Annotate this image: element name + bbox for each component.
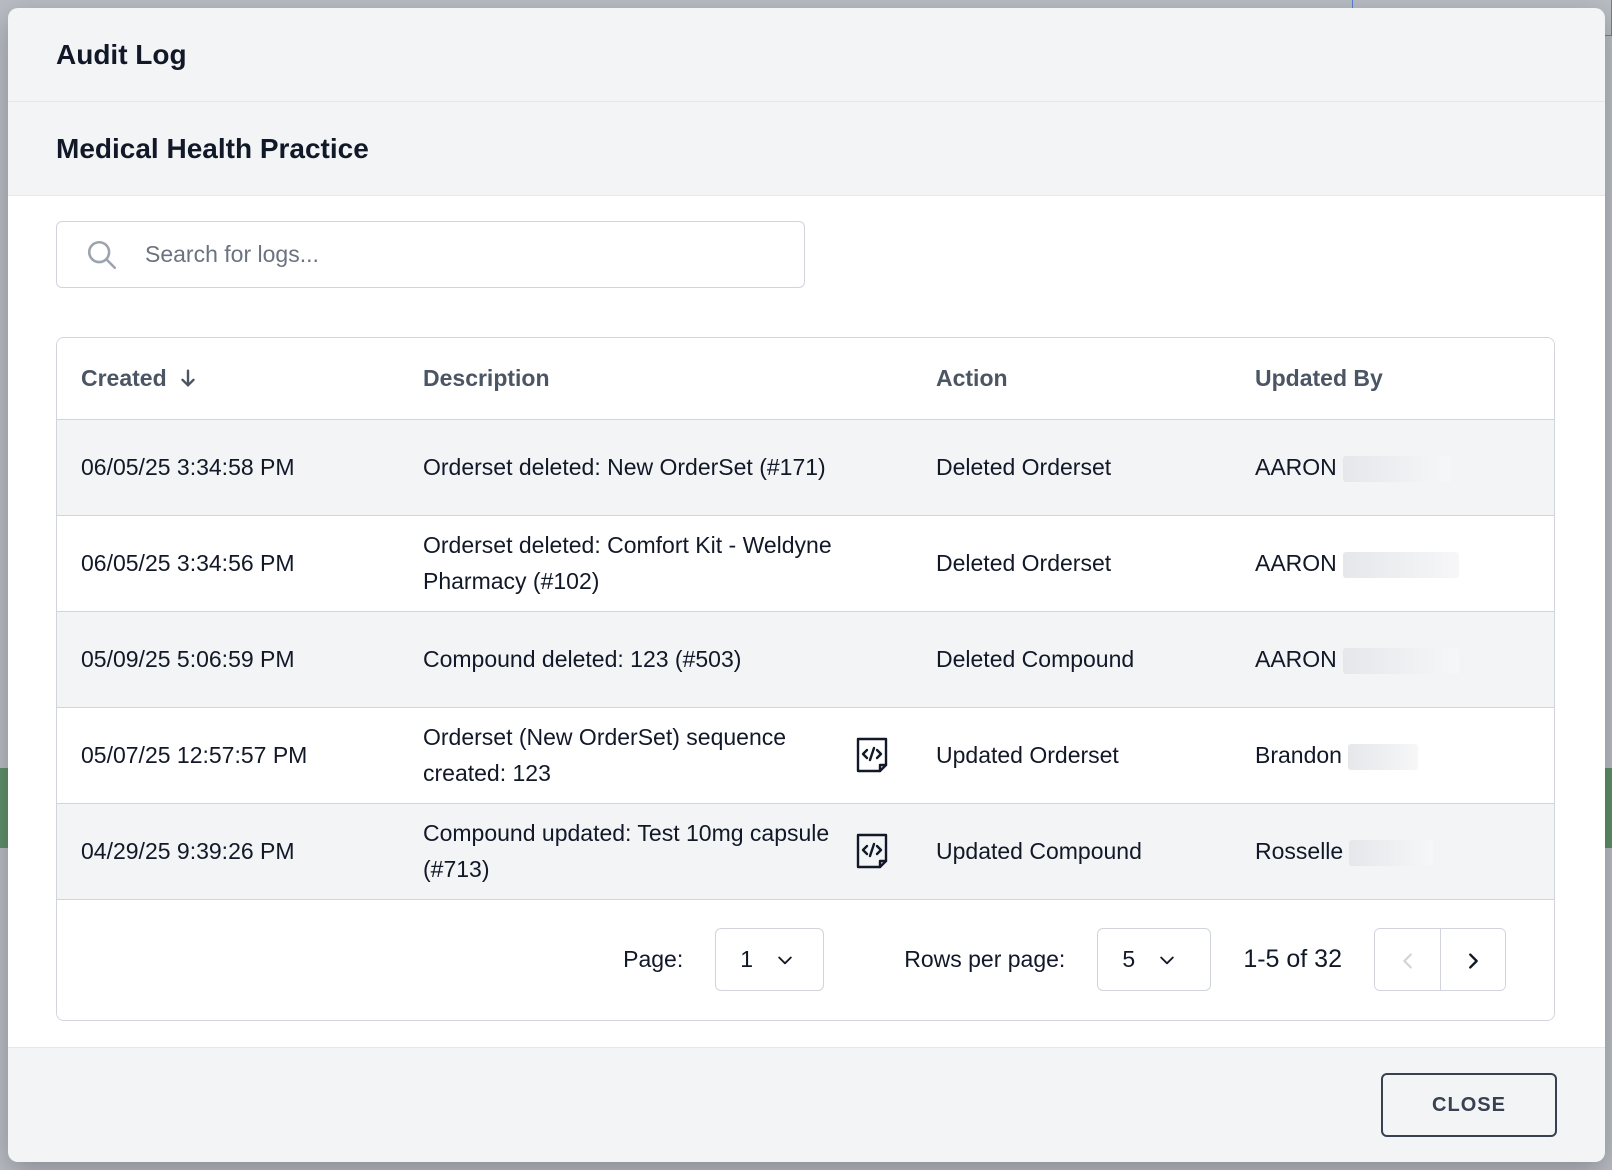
cell-description: Orderset deleted: New OrderSet (#171): [399, 419, 912, 516]
description-text: Orderset deleted: New OrderSet (#171): [423, 454, 826, 480]
search-box[interactable]: [56, 221, 805, 288]
cell-updated-by: Rosselle: [1231, 803, 1554, 900]
chevron-left-icon: [1402, 952, 1412, 969]
user-name: AARON: [1255, 454, 1337, 480]
chevron-down-icon: [1160, 956, 1174, 964]
description-text: Orderset deleted: Comfort Kit - Weldyne …: [423, 532, 832, 594]
table-row[interactable]: 05/09/25 5:06:59 PM Compound deleted: 12…: [57, 611, 1554, 708]
redacted-surname: [1342, 551, 1459, 578]
cell-description: Compound deleted: 123 (#503): [399, 611, 912, 708]
cell-created: 05/07/25 12:57:57 PM: [57, 707, 399, 804]
code-document-icon[interactable]: [854, 831, 890, 871]
chevron-right-icon: [1469, 952, 1478, 969]
cell-description: Orderset (New OrderSet) sequence created…: [399, 707, 912, 804]
page-select-value: 1: [740, 946, 754, 972]
practice-name: Medical Health Practice: [56, 132, 369, 164]
cell-action: Updated Orderset: [912, 707, 1231, 804]
cell-action: Deleted Orderset: [912, 515, 1231, 612]
cell-updated-by: Brandon: [1231, 707, 1554, 804]
rows-per-page-label: Rows per page:: [904, 946, 1066, 972]
cell-updated-by: AARON: [1231, 515, 1554, 612]
close-button[interactable]: CLOSE: [1381, 1073, 1557, 1137]
cell-action: Deleted Orderset: [912, 419, 1231, 516]
previous-page-button[interactable]: [1375, 929, 1440, 990]
redacted-surname: [1349, 839, 1434, 866]
redacted-surname: [1342, 647, 1459, 674]
cell-description: Compound updated: Test 10mg capsule (#71…: [399, 803, 912, 900]
table-row[interactable]: 06/05/25 3:34:58 PM Orderset deleted: Ne…: [57, 419, 1554, 516]
cell-updated-by: AARON: [1231, 611, 1554, 708]
cell-created: 05/09/25 5:06:59 PM: [57, 611, 399, 708]
modal-subheader: Medical Health Practice: [8, 102, 1605, 196]
table-row[interactable]: 05/07/25 12:57:57 PM Orderset (New Order…: [57, 707, 1554, 804]
user-name: Brandon: [1255, 742, 1342, 768]
table-row[interactable]: 04/29/25 9:39:26 PM Compound updated: Te…: [57, 803, 1554, 900]
cell-description: Orderset deleted: Comfort Kit - Weldyne …: [399, 515, 912, 612]
rows-per-page-value: 5: [1122, 946, 1136, 972]
column-header-updated-by[interactable]: Updated By: [1231, 338, 1554, 420]
cell-action: Deleted Compound: [912, 611, 1231, 708]
audit-log-table: Created Description Action Updated By 06…: [56, 337, 1555, 1021]
table-header-row: Created Description Action Updated By: [57, 338, 1554, 420]
search-icon: [87, 240, 117, 269]
column-header-description[interactable]: Description: [399, 338, 912, 420]
description-text: Compound updated: Test 10mg capsule (#71…: [423, 820, 830, 882]
modal-body: Created Description Action Updated By: [8, 196, 1605, 1048]
column-header-action[interactable]: Action: [912, 338, 1231, 420]
description-text: Orderset (New OrderSet) sequence created…: [423, 724, 787, 786]
cell-updated-by: AARON: [1231, 419, 1554, 516]
rows-per-page-select[interactable]: 5: [1097, 928, 1212, 991]
user-name: Rosselle: [1255, 838, 1344, 864]
modal-footer: CLOSE: [8, 1048, 1605, 1162]
audit-log-modal: Audit Log Medical Health Practice Search…: [8, 8, 1605, 1162]
column-header-created[interactable]: Created: [57, 338, 399, 420]
column-header-label: Created: [81, 364, 167, 391]
user-name: AARON: [1255, 646, 1337, 672]
search-input[interactable]: [145, 241, 745, 268]
cell-created: 06/05/25 3:34:58 PM: [57, 419, 399, 516]
redacted-surname: [1342, 455, 1451, 482]
arrow-down-icon: [181, 369, 195, 387]
page-range: 1-5 of 32: [1243, 945, 1342, 973]
modal-title: Audit Log: [56, 38, 187, 70]
cell-action: Updated Compound: [912, 803, 1231, 900]
cell-created: 04/29/25 9:39:26 PM: [57, 803, 399, 900]
description-text: Compound deleted: 123 (#503): [423, 646, 742, 672]
page-select[interactable]: 1: [715, 928, 825, 991]
code-document-icon[interactable]: [854, 735, 890, 775]
redacted-surname: [1347, 743, 1418, 770]
cell-created: 06/05/25 3:34:56 PM: [57, 515, 399, 612]
table-row[interactable]: 06/05/25 3:34:56 PM Orderset deleted: Co…: [57, 515, 1554, 612]
chevron-down-icon: [778, 956, 792, 964]
next-page-button[interactable]: [1440, 929, 1505, 990]
pagination-bar: Page: 1 Rows per page: 5 1-5 of 32: [57, 899, 1554, 1020]
page-label: Page:: [623, 946, 684, 972]
page-nav: [1374, 928, 1506, 991]
user-name: AARON: [1255, 550, 1337, 576]
modal-header: Audit Log: [8, 8, 1605, 102]
